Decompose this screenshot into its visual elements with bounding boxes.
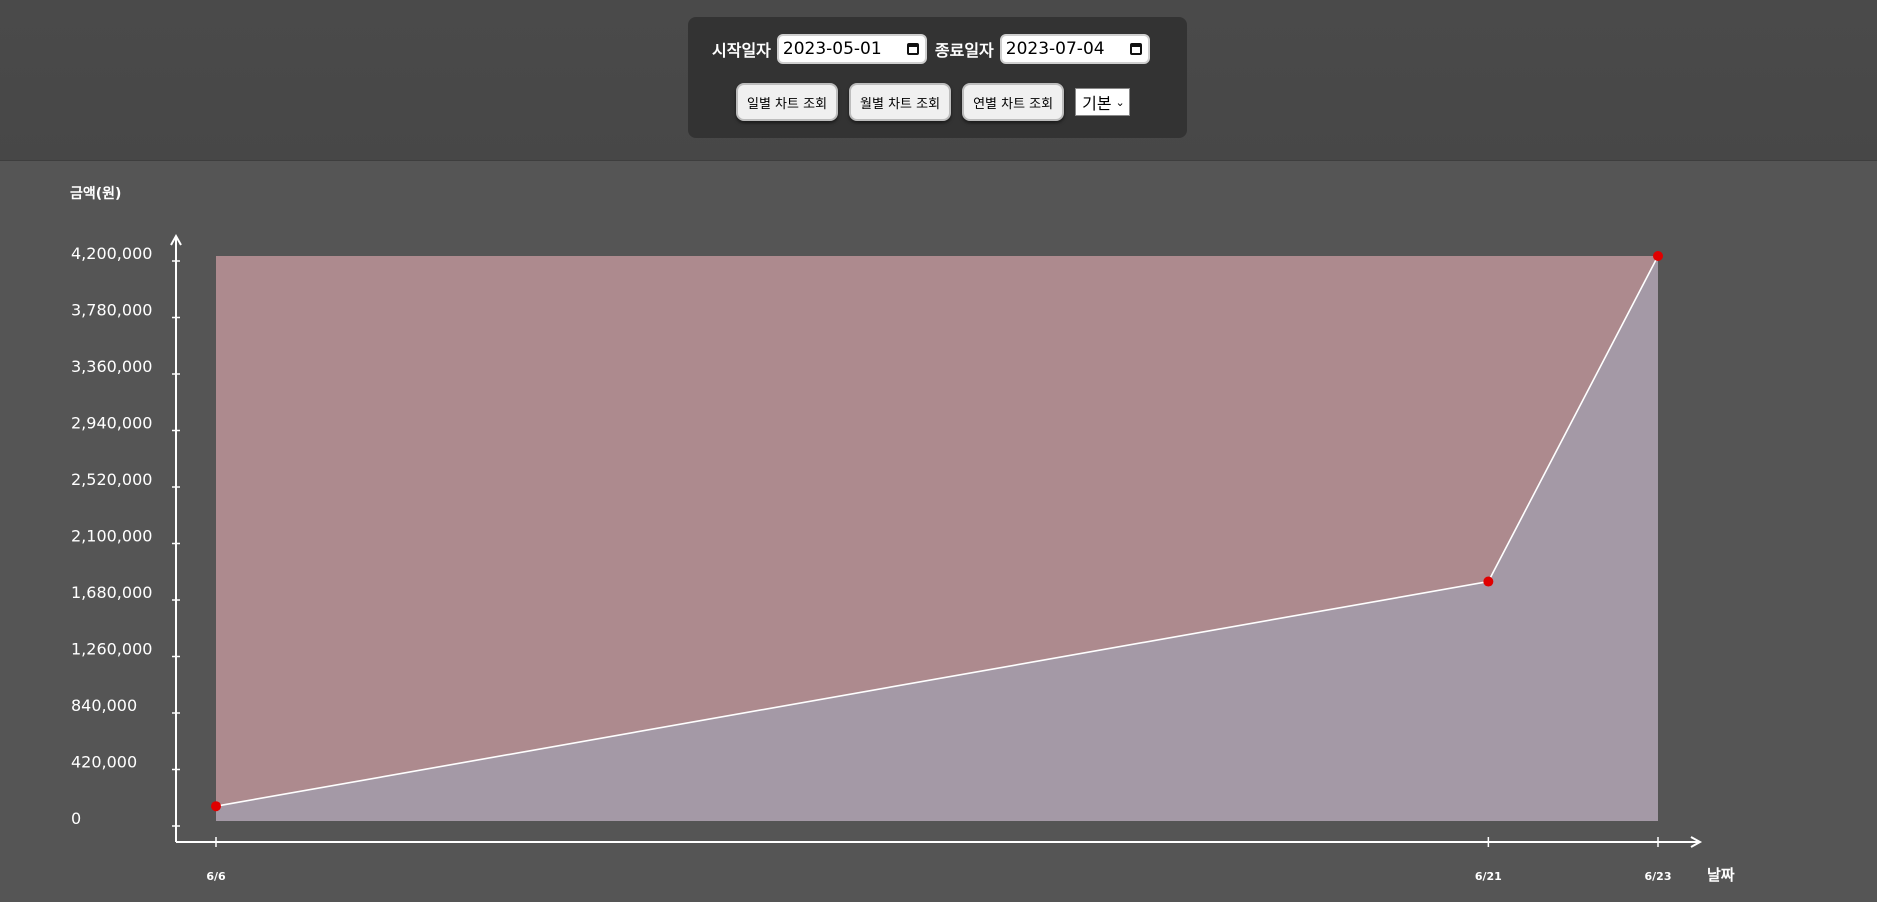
y-tick-label: 4,200,000 (71, 244, 152, 263)
y-tick-label: 3,360,000 (71, 357, 152, 376)
y-tick-label: 2,100,000 (71, 527, 152, 546)
y-tick-label: 2,520,000 (71, 470, 152, 489)
x-tick-label: 6/6 (206, 870, 226, 883)
data-point (1483, 576, 1494, 587)
y-tick-label: 3,780,000 (71, 301, 152, 320)
y-tick-label: 0 (71, 809, 81, 828)
y-tick-label: 840,000 (71, 696, 137, 715)
x-tick-label: 6/23 (1645, 870, 1672, 883)
y-tick-label: 420,000 (71, 753, 137, 772)
y-tick-label: 2,940,000 (71, 414, 152, 433)
y-tick-label: 1,680,000 (71, 583, 152, 602)
data-point (211, 801, 221, 812)
data-point (1653, 251, 1663, 261)
y-tick-label: 1,260,000 (71, 640, 152, 659)
x-tick-label: 6/21 (1475, 870, 1502, 883)
area-chart: 0 420,000 840,000 1,260,000 1,680,000 2,100,0… (71, 233, 1703, 883)
